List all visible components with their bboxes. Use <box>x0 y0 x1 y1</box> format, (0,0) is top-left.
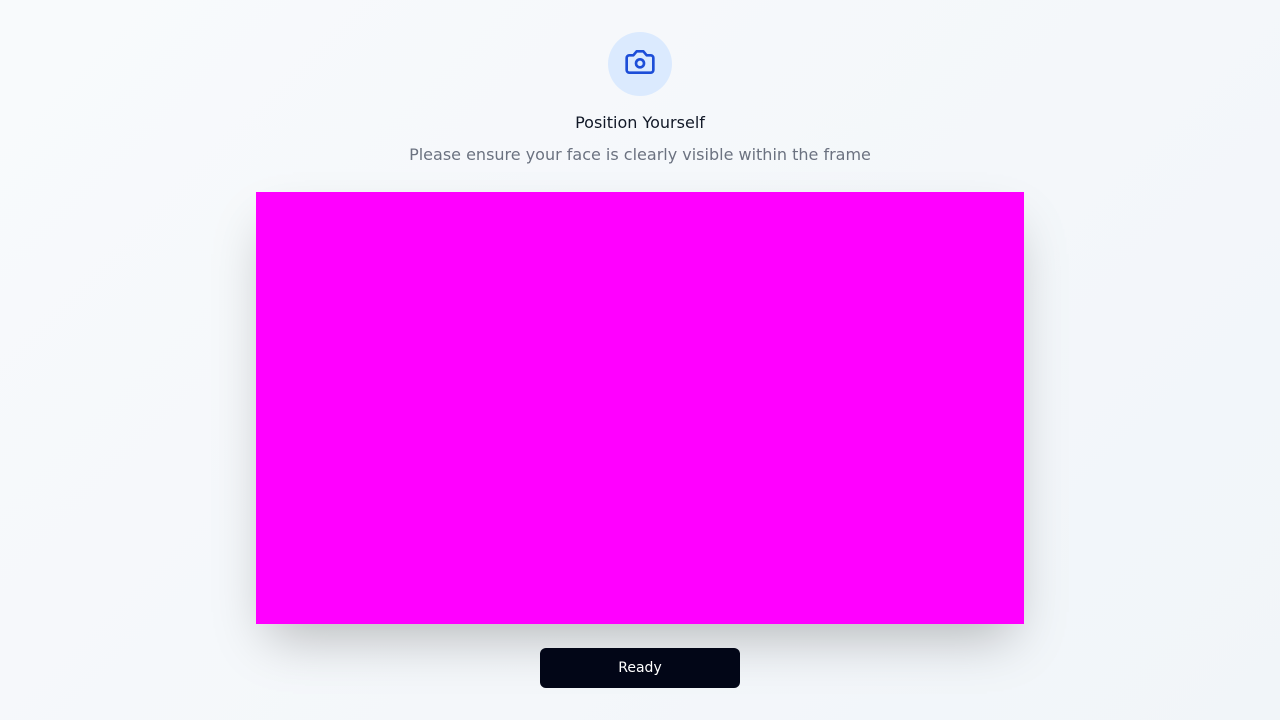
camera-preview <box>256 192 1024 624</box>
ready-button[interactable]: Ready <box>540 648 740 688</box>
camera-icon-badge <box>608 32 672 96</box>
page-title: Position Yourself <box>575 113 705 132</box>
page-subtitle: Please ensure your face is clearly visib… <box>409 145 871 164</box>
camera-icon <box>624 46 656 82</box>
